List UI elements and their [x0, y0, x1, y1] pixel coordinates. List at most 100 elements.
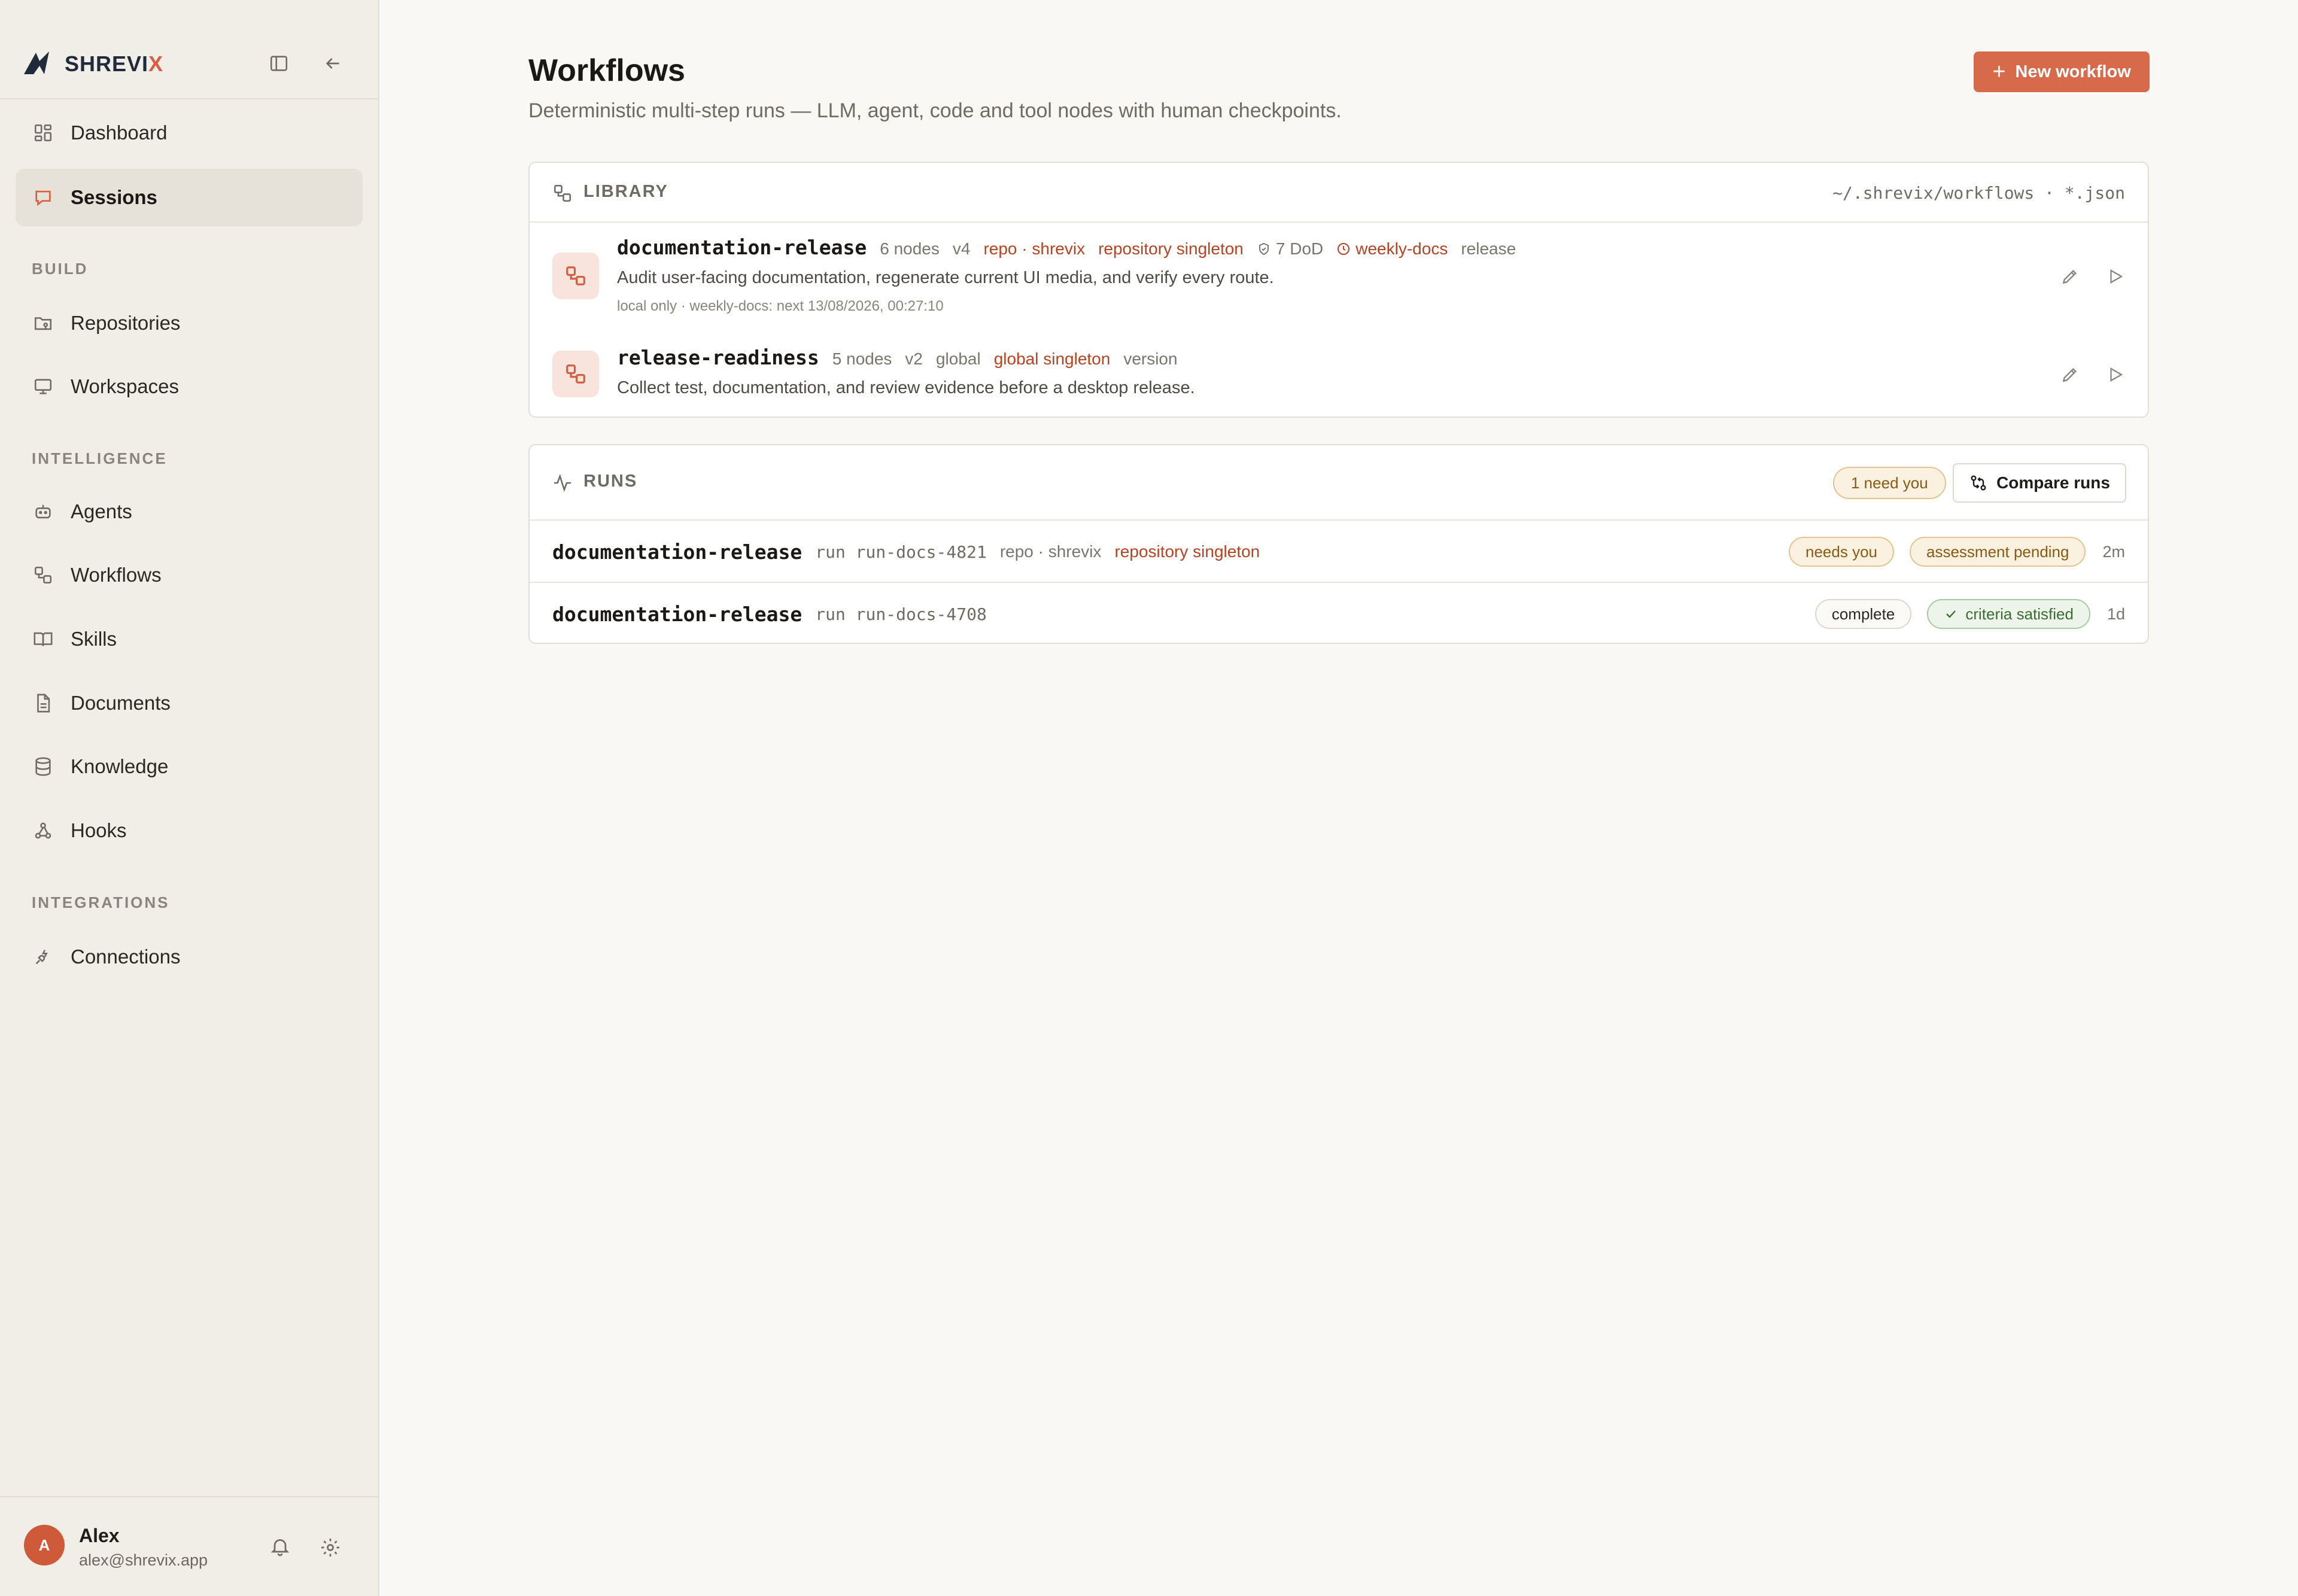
run-workflow-name: documentation-release [552, 602, 803, 626]
run-info: documentation-release run run-docs-4821 … [552, 521, 1273, 583]
sidebar-item-label: Dashboard [71, 121, 168, 144]
run-info: documentation-release run run-docs-4708 [552, 583, 1000, 645]
run-workflow-name: documentation-release [552, 540, 803, 564]
workflow-name[interactable]: documentation-release [617, 236, 867, 259]
plus-icon: + [1992, 59, 2006, 84]
compare-runs-button[interactable]: Compare runs [1953, 463, 2126, 503]
library-panel: LIBRARY ~/.shrevix/workflows · *.json do… [528, 162, 2149, 418]
version-tag: v2 [905, 349, 923, 368]
edit-workflow-button[interactable] [2057, 361, 2083, 388]
scope-tag: repo · shrevix [999, 542, 1102, 561]
book-icon [31, 627, 55, 651]
arrow-left-icon [326, 58, 339, 69]
scope-tag: repo · shrevix [983, 239, 1086, 258]
sidebar-item-label: Skills [71, 628, 117, 650]
run-age: 1d [2106, 604, 2125, 623]
dashboard-icon [31, 121, 55, 145]
avatar[interactable]: A [24, 1525, 65, 1565]
sidebar-toggle-button[interactable] [262, 47, 296, 80]
sidebar-item-hooks[interactable]: Hooks [16, 802, 363, 859]
status-badge: complete [1814, 599, 1912, 629]
library-path: ~/.shrevix/workflows · *.json [1832, 183, 2125, 203]
bot-icon [31, 500, 55, 524]
run-workflow-button[interactable] [2102, 361, 2129, 388]
node-count: 5 nodes [832, 349, 892, 368]
scope-tag: global [935, 349, 981, 368]
sidebar-item-label: Workflows [71, 564, 162, 586]
needs-attention-badge[interactable]: 1 need you [1833, 467, 1946, 499]
run-status: complete criteria satisfied 1d [1800, 583, 2125, 645]
webhook-icon [31, 819, 55, 843]
run-status: needs you assessment pending 2m [1773, 521, 2125, 583]
status-badge: needs you [1789, 537, 1894, 567]
schedule-tag: weekly-docs [1336, 239, 1448, 259]
workflow-description: Collect test, documentation, and review … [617, 378, 1195, 397]
workflow-description: Audit user-facing documentation, regener… [617, 268, 1274, 287]
new-workflow-button[interactable]: + New workflow [1974, 51, 2150, 92]
clock-icon [1338, 243, 1350, 255]
version-tag: v4 [952, 239, 971, 258]
git-compare-icon [1969, 473, 1988, 493]
workflow-name[interactable]: release-readiness [617, 346, 819, 369]
monitor-icon [31, 375, 55, 399]
assessment-badge: criteria satisfied [1927, 599, 2090, 629]
singleton-tag: repository singleton [1114, 542, 1260, 561]
sidebar-item-label: Knowledge [71, 755, 169, 777]
sidebar-item-knowledge[interactable]: Knowledge [16, 738, 363, 795]
library-title: LIBRARY [583, 182, 668, 201]
sidebar-item-label: Sessions [71, 186, 157, 208]
sidebar-item-connections[interactable]: Connections [16, 928, 363, 986]
workflow-row[interactable]: release-readiness 5 nodes v2 global glob… [530, 333, 2148, 418]
sidebar-item-dashboard[interactable]: Dashboard [16, 104, 363, 162]
workflow-meta: local only · weekly-docs: next 13/08/202… [617, 298, 944, 314]
category-tag: release [1461, 239, 1516, 258]
sidebar-item-agents[interactable]: Agents [16, 483, 363, 540]
workflow-row[interactable]: documentation-release 6 nodes v4 repo · … [530, 223, 2148, 333]
run-row[interactable]: documentation-release run run-docs-4821 … [530, 521, 2148, 583]
library-header: LIBRARY ~/.shrevix/workflows · *.json [530, 163, 2148, 223]
settings-button[interactable] [314, 1531, 347, 1564]
play-icon [2110, 367, 2123, 382]
sidebar-item-label: Connections [71, 946, 181, 968]
sidebar-item-label: Repositories [71, 312, 181, 334]
run-id: run run-docs-4821 [815, 542, 987, 562]
activity-icon [554, 473, 572, 493]
sidebar-item-workflows[interactable]: Workflows [16, 546, 363, 604]
page-subtitle: Deterministic multi-step runs — LLM, age… [528, 99, 1342, 122]
folder-git-icon [31, 311, 55, 335]
pencil-icon [2062, 269, 2077, 284]
section-label-integrations: INTEGRATIONS [32, 893, 170, 911]
sidebar-brand: SHREVIX [0, 0, 378, 99]
run-id: run run-docs-4708 [815, 604, 987, 624]
edit-workflow-button[interactable] [2057, 263, 2083, 290]
run-workflow-button[interactable] [2102, 263, 2129, 290]
notifications-button[interactable] [263, 1530, 297, 1563]
run-row[interactable]: documentation-release run run-docs-4708 … [530, 583, 2148, 645]
check-icon [1944, 607, 1958, 621]
sidebar-item-sessions[interactable]: Sessions [16, 169, 363, 226]
sidebar-item-label: Documents [71, 692, 171, 714]
play-icon [2110, 269, 2123, 284]
runs-panel: RUNS 1 need you Compare runs documentati… [528, 444, 2149, 644]
section-label-build: BUILD [32, 260, 89, 278]
logo-icon [24, 51, 49, 74]
sidebar-item-repositories[interactable]: Repositories [16, 294, 363, 352]
workflow-tags: documentation-release 6 nodes v4 repo · … [617, 236, 1529, 259]
sidebar-item-skills[interactable]: Skills [16, 610, 363, 668]
pencil-icon [2062, 367, 2077, 382]
collapse-sidebar-button[interactable] [316, 47, 349, 80]
runs-title: RUNS [583, 472, 638, 491]
node-count: 6 nodes [880, 239, 940, 258]
singleton-tag: repository singleton [1098, 239, 1244, 258]
sidebar-item-workspaces[interactable]: Workspaces [16, 358, 363, 415]
runs-header: RUNS 1 need you Compare runs [530, 445, 2148, 521]
workflow-icon [554, 184, 572, 202]
section-label-intelligence: INTELLIGENCE [32, 449, 168, 467]
sidebar-item-label: Workspaces [71, 375, 179, 397]
sidebar-item-label: Agents [71, 500, 132, 522]
sidebar-item-label: Hooks [71, 819, 127, 841]
workflow-icon [552, 253, 599, 299]
chat-icon [31, 186, 55, 209]
category-tag: version [1123, 349, 1178, 368]
sidebar-item-documents[interactable]: Documents [16, 674, 363, 732]
